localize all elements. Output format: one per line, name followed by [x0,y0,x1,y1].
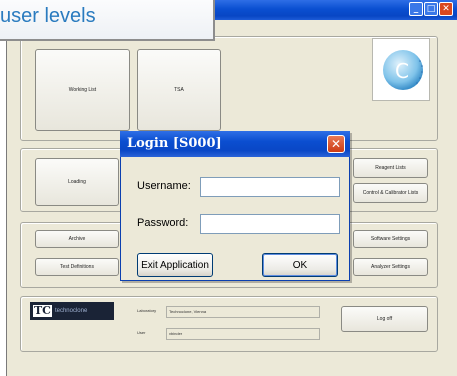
app-logo: C [372,38,430,101]
working-list-button[interactable]: Working List [35,49,130,131]
laboratory-field: Technoclone, Vienna [166,306,320,318]
ok-label: OK [292,259,308,271]
user-value: vbinder [169,331,183,336]
reagent-lists-label: Reagent Lists [375,165,406,171]
reagent-lists-button[interactable]: Reagent Lists [353,158,428,178]
tc-logo-text: technoclone [54,308,88,314]
analyzer-settings-label: Analyzer Settings [371,264,410,270]
archive-label: Archive [68,236,86,242]
close-icon: ✕ [442,4,450,14]
tsa-button[interactable]: TSA [137,49,221,131]
tsa-label: TSA [174,87,184,93]
log-off-button[interactable]: Log off [341,306,428,332]
analyzer-settings-button[interactable]: Analyzer Settings [353,258,428,276]
laboratory-label: Laboratory [137,308,157,313]
loading-button[interactable]: Loading [35,158,119,206]
c-logo-icon: C [383,50,423,90]
user-field: vbinder [166,328,320,340]
laboratory-value: Technoclone, Vienna [169,309,207,314]
close-icon: ✕ [330,137,342,151]
ok-button[interactable]: OK [262,253,338,277]
working-list-label: Working List [68,87,97,93]
maximize-button[interactable]: □ [424,2,438,16]
password-input[interactable] [200,214,340,234]
software-settings-label: Software Settings [370,236,411,242]
callout-text: user levels [0,5,96,27]
exit-application-button[interactable]: Exit Application [137,253,213,277]
exit-application-label: Exit Application [141,259,209,271]
svg-text:C: C [395,59,409,83]
control-calibrator-lists-label: Control & Calibrator Lists [362,190,419,196]
maximize-icon: □ [426,4,436,14]
user-label: User [137,330,146,335]
test-definitions-button[interactable]: Test Definitions [35,258,119,276]
software-settings-button[interactable]: Software Settings [353,230,428,248]
loading-label: Loading [68,179,86,185]
archive-button[interactable]: Archive [35,230,119,248]
minimize-button[interactable]: _ [409,2,423,16]
tc-logo-mark: TC [33,304,52,317]
control-calibrator-lists-button[interactable]: Control & Calibrator Lists [353,183,428,203]
minimize-icon: _ [413,4,419,14]
technoclone-logo: TC technoclone [30,302,114,320]
test-definitions-label: Test Definitions [60,264,94,270]
window-close-button[interactable]: ✕ [439,2,453,16]
log-off-label: Log off [376,316,393,322]
password-label: Password: [137,217,189,229]
login-dialog-title: Login [S000] [127,136,222,151]
username-input[interactable] [200,177,340,197]
login-dialog-close-button[interactable]: ✕ [327,135,345,153]
username-label: Username: [137,180,191,192]
